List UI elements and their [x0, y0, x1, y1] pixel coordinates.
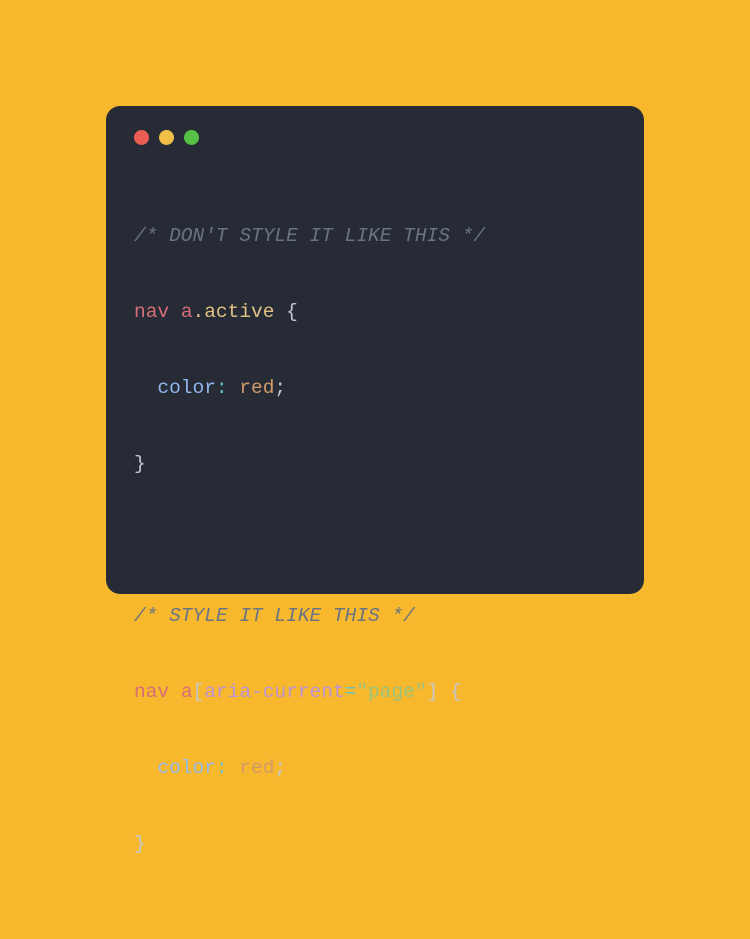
- value: red: [228, 377, 275, 399]
- code-line-selector: nav a[aria-current="page"] {: [134, 673, 616, 711]
- brace-close: }: [134, 453, 146, 475]
- code-line-brace-close: }: [134, 445, 616, 483]
- value: red: [228, 757, 275, 779]
- comment-text: /* DON'T STYLE IT LIKE THIS */: [134, 225, 485, 247]
- selector-class-dot: .: [193, 301, 205, 323]
- brace-open: {: [274, 301, 297, 323]
- brace-close: }: [134, 833, 146, 855]
- colon: :: [216, 377, 228, 399]
- colon: :: [216, 757, 228, 779]
- semicolon: ;: [274, 757, 286, 779]
- code-line-comment: /* STYLE IT LIKE THIS */: [134, 597, 616, 635]
- code-line-comment: /* DON'T STYLE IT LIKE THIS */: [134, 217, 616, 255]
- code-line-brace-close: }: [134, 825, 616, 863]
- minimize-icon[interactable]: [159, 130, 174, 145]
- selector-tag: nav: [134, 301, 169, 323]
- code-window: /* DON'T STYLE IT LIKE THIS */ nav a.act…: [106, 106, 644, 594]
- code-block: /* DON'T STYLE IT LIKE THIS */ nav a.act…: [134, 179, 616, 939]
- selector-tag: a: [181, 301, 193, 323]
- close-icon[interactable]: [134, 130, 149, 145]
- code-line-declaration: color: red;: [134, 369, 616, 407]
- semicolon: ;: [274, 377, 286, 399]
- code-line-blank: [134, 521, 616, 559]
- property: color: [157, 377, 216, 399]
- selector-class-name: active: [204, 301, 274, 323]
- code-line-selector: nav a.active {: [134, 293, 616, 331]
- code-line-declaration: color: red;: [134, 749, 616, 787]
- property: color: [157, 757, 216, 779]
- comment-text: /* STYLE IT LIKE THIS */: [134, 605, 415, 627]
- zoom-icon[interactable]: [184, 130, 199, 145]
- window-titlebar: [134, 130, 616, 145]
